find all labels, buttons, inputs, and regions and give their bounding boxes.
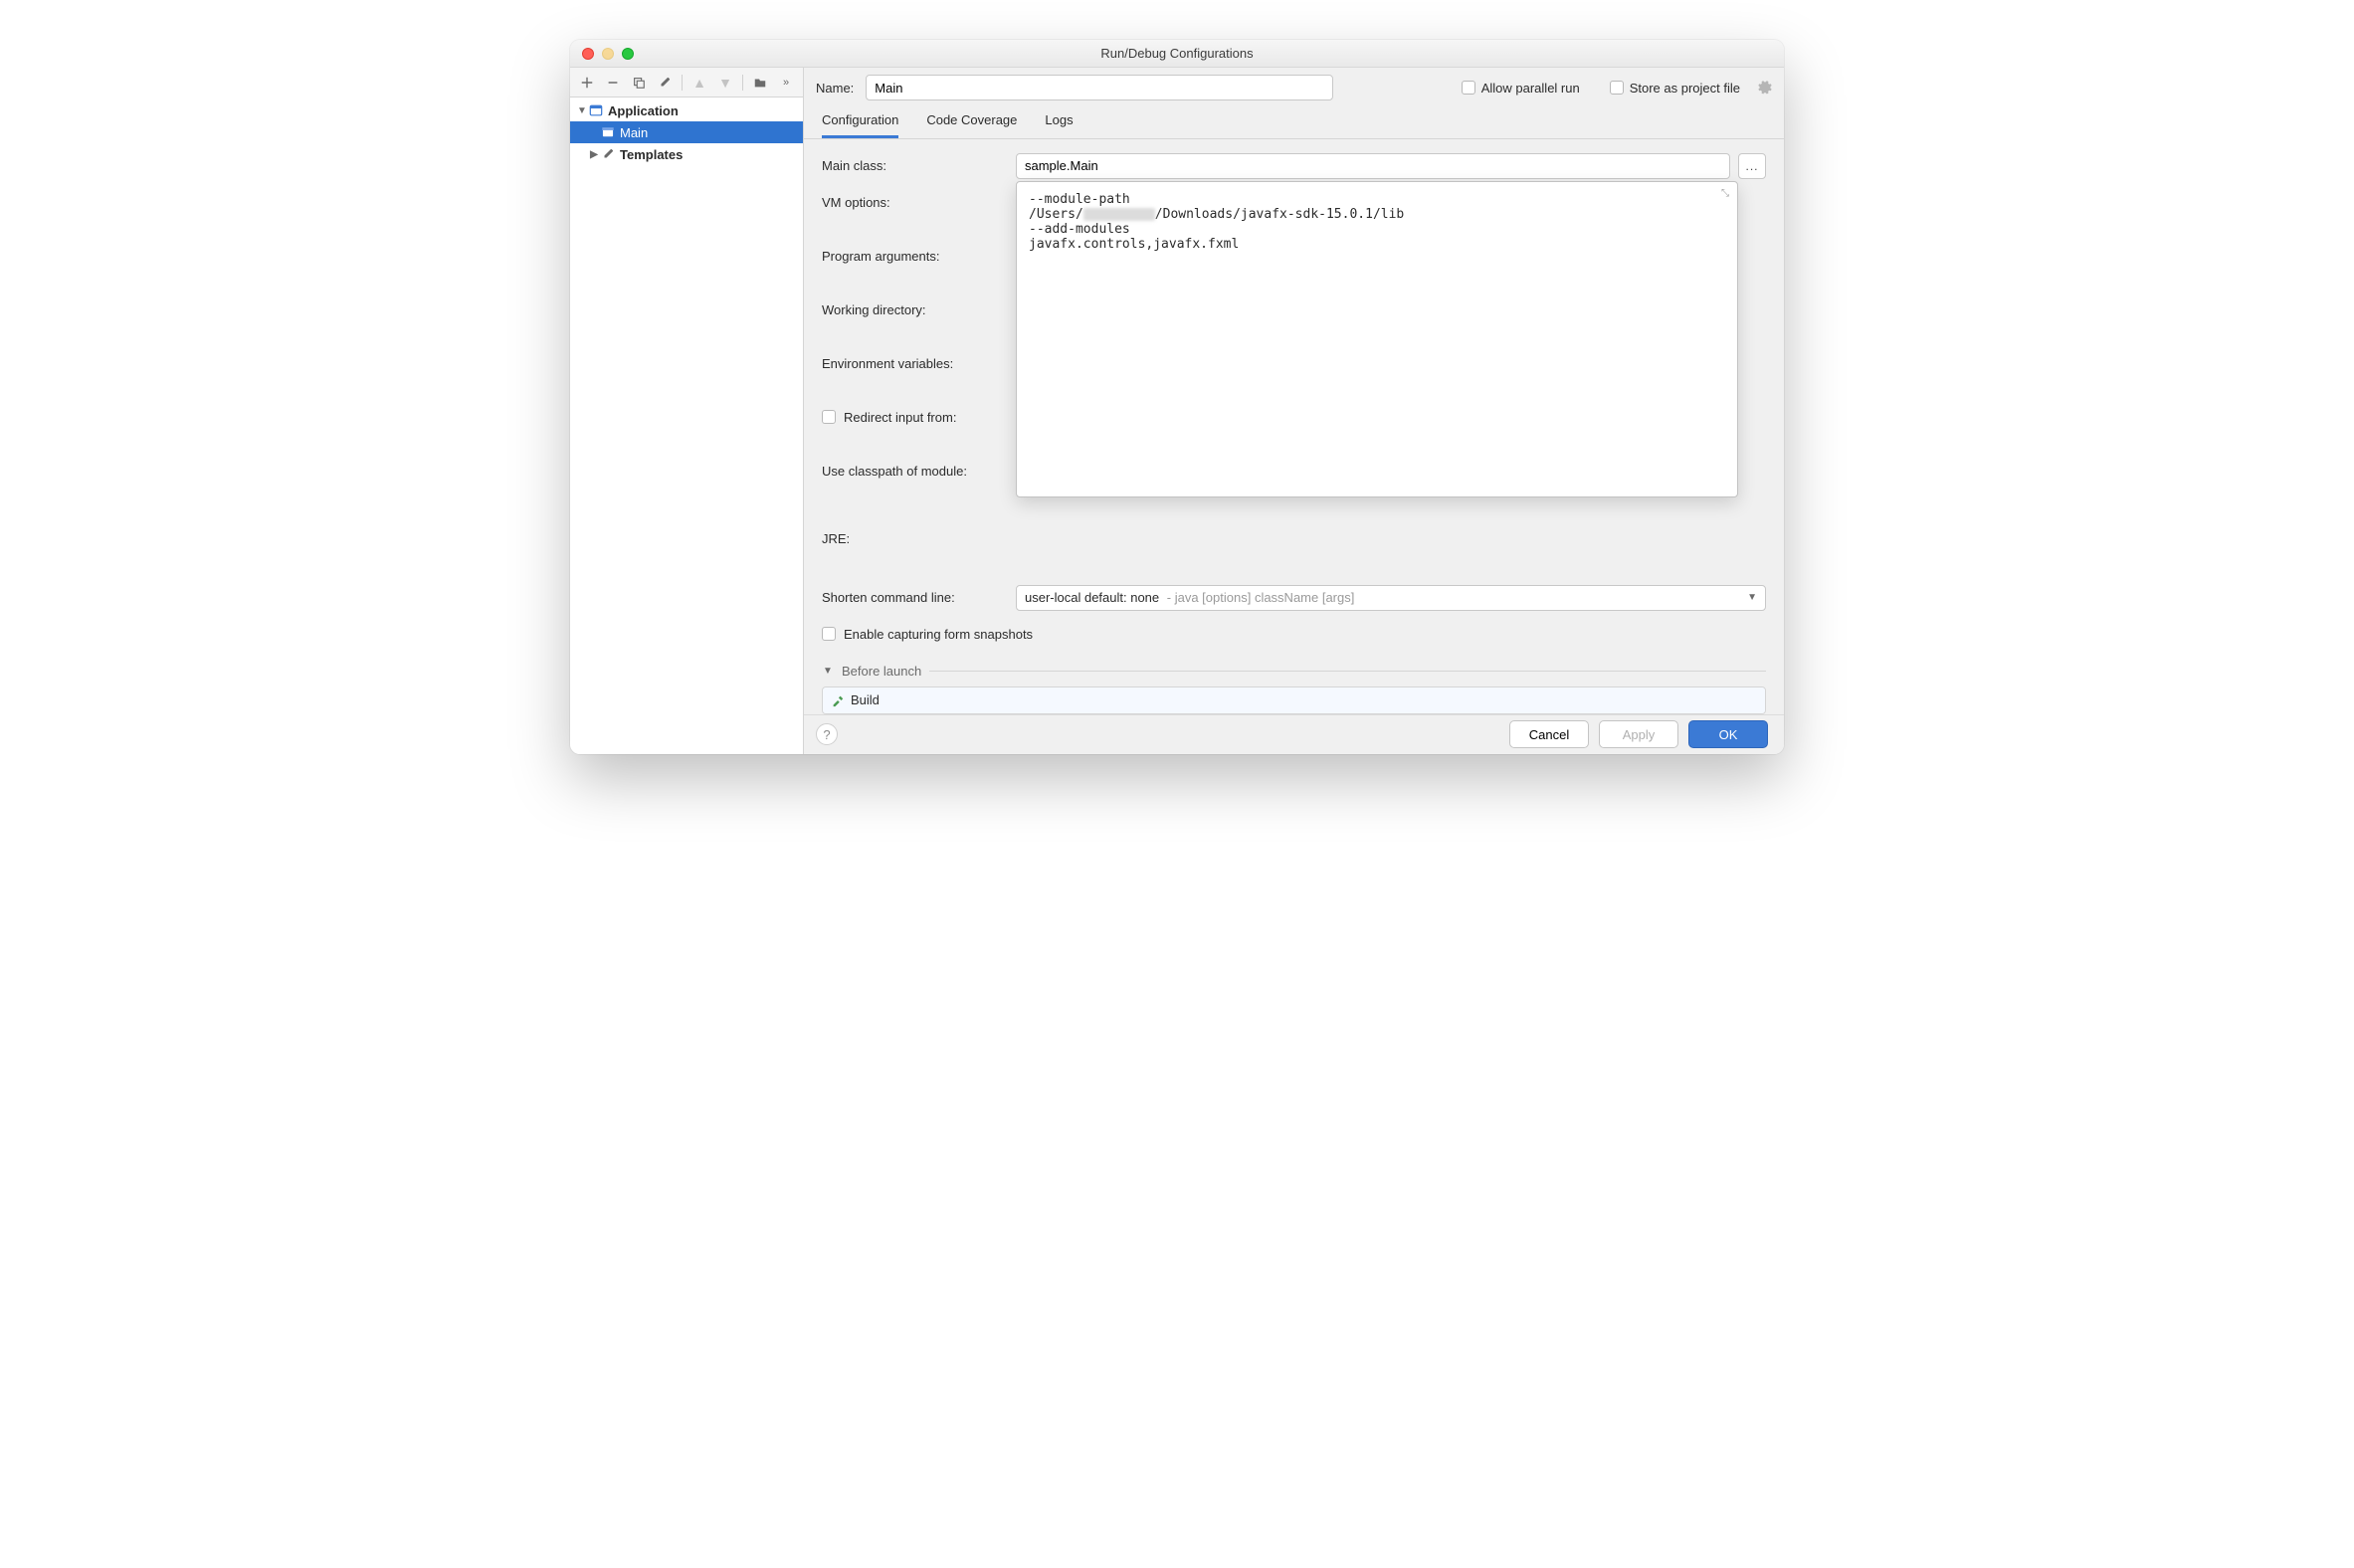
- before-launch-item-label: Build: [851, 692, 880, 707]
- env-vars-label: Environment variables:: [822, 356, 1016, 394]
- separator-line: [929, 671, 1766, 672]
- vm-options-line: --module-path: [1029, 192, 1725, 207]
- tab-configuration[interactable]: Configuration: [822, 112, 898, 138]
- application-icon: [588, 102, 604, 118]
- wrench-icon: [600, 146, 616, 162]
- allow-parallel-checkbox[interactable]: Allow parallel run: [1462, 81, 1580, 96]
- checkbox-icon: [822, 410, 836, 424]
- redacted-username: [1083, 208, 1155, 221]
- jre-label: JRE:: [822, 531, 1016, 569]
- apply-button[interactable]: Apply: [1599, 720, 1678, 748]
- name-input[interactable]: [866, 75, 1333, 100]
- vm-options-line: /Users//Downloads/javafx-sdk-15.0.1/lib: [1029, 207, 1725, 222]
- tree-node-main[interactable]: Main: [570, 121, 803, 143]
- sidebar: ▲ ▼ » ▼ Application Main ▶: [570, 68, 804, 754]
- application-icon: [600, 124, 616, 140]
- vm-options-editor[interactable]: ⤡ --module-path /Users//Downloads/javafx…: [1016, 181, 1738, 497]
- edit-templates-button[interactable]: [654, 72, 676, 94]
- vm-options-line: javafx.controls,javafx.fxml: [1029, 237, 1725, 252]
- redirect-input-label: Redirect input from:: [844, 410, 956, 425]
- chevron-down-icon[interactable]: ▼: [822, 666, 834, 677]
- configuration-form: Main class: ... VM options: Program argu…: [804, 139, 1784, 714]
- chevron-right-icon: ▶: [588, 149, 600, 160]
- vm-options-label: VM options:: [822, 195, 1016, 233]
- ok-button[interactable]: OK: [1688, 720, 1768, 748]
- toolbar-separator: [682, 75, 683, 91]
- vm-options-line: --add-modules: [1029, 222, 1725, 237]
- before-launch-item[interactable]: Build: [823, 687, 1765, 713]
- main-class-label: Main class:: [822, 158, 1016, 173]
- move-up-button[interactable]: ▲: [688, 72, 710, 94]
- browse-main-class-button[interactable]: ...: [1738, 153, 1766, 179]
- checkbox-icon: [1462, 81, 1475, 95]
- redirect-input-checkbox[interactable]: Redirect input from:: [822, 410, 1016, 448]
- folder-button[interactable]: [749, 72, 771, 94]
- help-button[interactable]: ?: [816, 723, 838, 745]
- enable-snapshots-label: Enable capturing form snapshots: [844, 627, 1033, 642]
- tree-node-application[interactable]: ▼ Application: [570, 99, 803, 121]
- tab-logs[interactable]: Logs: [1045, 112, 1073, 138]
- overflow-button[interactable]: »: [775, 72, 797, 94]
- maximize-icon[interactable]: [622, 48, 634, 60]
- shorten-command-select[interactable]: user-local default: none - java [options…: [1016, 585, 1766, 611]
- window-title: Run/Debug Configurations: [570, 46, 1784, 61]
- tree-node-templates[interactable]: ▶ Templates: [570, 143, 803, 165]
- hammer-icon: [831, 693, 845, 707]
- main-class-input[interactable]: [1016, 153, 1730, 179]
- sidebar-toolbar: ▲ ▼ »: [570, 68, 803, 98]
- tree-node-label: Templates: [620, 147, 683, 162]
- shorten-command-label: Shorten command line:: [822, 590, 1016, 605]
- traffic-lights: [582, 48, 634, 60]
- tabs: Configuration Code Coverage Logs: [804, 102, 1784, 139]
- collapse-icon[interactable]: ⤡: [1721, 188, 1729, 199]
- toolbar-separator: [742, 75, 743, 91]
- titlebar: Run/Debug Configurations: [570, 40, 1784, 68]
- use-classpath-label: Use classpath of module:: [822, 464, 1016, 501]
- program-arguments-label: Program arguments:: [822, 249, 1016, 287]
- before-launch-section: ▼ Before launch Build: [822, 664, 1766, 714]
- name-row: Name: Allow parallel run Store as projec…: [804, 68, 1784, 102]
- checkbox-icon: [1610, 81, 1624, 95]
- store-as-project-label: Store as project file: [1630, 81, 1740, 96]
- config-tree: ▼ Application Main ▶ Templates: [570, 98, 803, 754]
- allow-parallel-label: Allow parallel run: [1481, 81, 1580, 96]
- gear-icon[interactable]: [1756, 79, 1772, 98]
- checkbox-icon: [822, 627, 836, 641]
- dialog-footer: ? Cancel Apply OK: [804, 714, 1784, 754]
- store-as-project-checkbox[interactable]: Store as project file: [1610, 81, 1740, 96]
- dialog-window: Run/Debug Configurations ▲ ▼ » ▼ Ap: [570, 40, 1784, 754]
- chevron-down-icon: ▼: [1747, 592, 1757, 603]
- shorten-hint: - java [options] className [args]: [1167, 590, 1355, 605]
- enable-snapshots-checkbox[interactable]: Enable capturing form snapshots: [822, 627, 1033, 642]
- tab-code-coverage[interactable]: Code Coverage: [926, 112, 1017, 138]
- working-directory-label: Working directory:: [822, 302, 1016, 340]
- shorten-value: user-local default: none: [1025, 590, 1159, 605]
- before-launch-label: Before launch: [842, 664, 921, 679]
- before-launch-list: Build: [822, 686, 1766, 714]
- cancel-button[interactable]: Cancel: [1509, 720, 1589, 748]
- remove-button[interactable]: [602, 72, 624, 94]
- details-panel: Name: Allow parallel run Store as projec…: [804, 68, 1784, 754]
- move-down-button[interactable]: ▼: [714, 72, 736, 94]
- close-icon[interactable]: [582, 48, 594, 60]
- name-label: Name:: [816, 81, 854, 96]
- add-button[interactable]: [576, 72, 598, 94]
- tree-node-label: Application: [608, 103, 679, 118]
- chevron-down-icon: ▼: [576, 105, 588, 116]
- tree-node-label: Main: [620, 125, 648, 140]
- copy-button[interactable]: [628, 72, 650, 94]
- minimize-icon[interactable]: [602, 48, 614, 60]
